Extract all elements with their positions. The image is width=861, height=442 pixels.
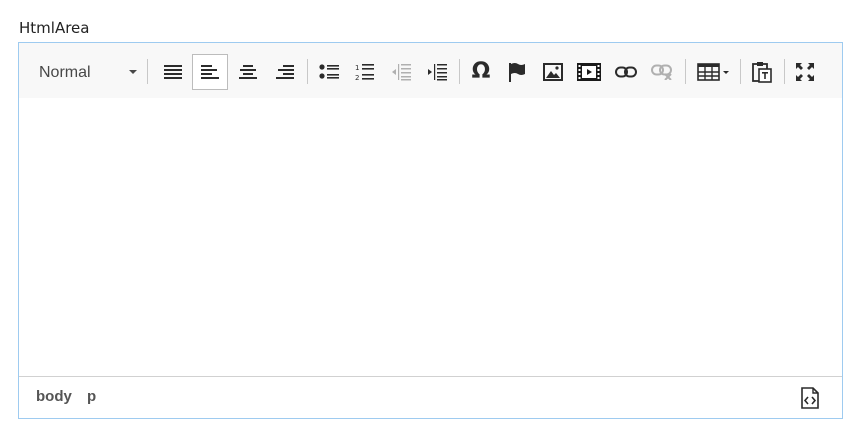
- justify-block-button[interactable]: [155, 54, 191, 90]
- numbered-list-button[interactable]: 1 2: [347, 54, 383, 90]
- outdent-icon: [392, 64, 411, 81]
- source-code-button[interactable]: [798, 385, 822, 411]
- toolbar-separator: [740, 59, 741, 84]
- editor-toolbar: Normal 1 2 Ω: [19, 43, 842, 99]
- fullscreen-icon: [796, 63, 814, 81]
- paste-text-icon: [752, 62, 772, 83]
- toolbar-separator: [459, 59, 460, 84]
- element-path-body[interactable]: body: [36, 388, 72, 405]
- film-icon: [577, 63, 601, 81]
- align-right-icon: [276, 65, 294, 79]
- toolbar-separator: [685, 59, 686, 84]
- indent-button[interactable]: [419, 54, 455, 90]
- indent-icon: [428, 64, 447, 81]
- chevron-down-icon: [129, 70, 137, 74]
- align-center-button[interactable]: [230, 54, 266, 90]
- format-dropdown[interactable]: Normal: [29, 56, 141, 88]
- numbered-list-icon: 1 2: [355, 64, 374, 81]
- align-center-icon: [239, 65, 257, 79]
- paste-text-button[interactable]: [744, 54, 780, 90]
- unlink-button[interactable]: [644, 54, 680, 90]
- editor-status-bar: body p: [19, 376, 842, 418]
- image-button[interactable]: [535, 54, 571, 90]
- omega-icon: Ω: [471, 59, 491, 84]
- field-label: HtmlArea: [19, 19, 90, 37]
- align-left-icon: [201, 65, 219, 79]
- html-area-editor: Normal 1 2 Ω body p: [18, 42, 843, 419]
- toolbar-separator: [307, 59, 308, 84]
- svg-text:1: 1: [355, 64, 359, 72]
- svg-text:2: 2: [355, 74, 359, 81]
- element-path-p[interactable]: p: [87, 388, 96, 405]
- anchor-button[interactable]: [499, 54, 535, 90]
- bulleted-list-button[interactable]: [311, 54, 347, 90]
- bulleted-list-icon: [319, 64, 339, 79]
- image-icon: [543, 63, 563, 81]
- unlink-icon: [651, 64, 672, 80]
- editor-content-area[interactable]: [19, 98, 842, 378]
- fullscreen-button[interactable]: [787, 54, 823, 90]
- video-button[interactable]: [571, 54, 607, 90]
- table-icon: [697, 63, 729, 81]
- table-button[interactable]: [691, 54, 735, 90]
- outdent-button[interactable]: [383, 54, 419, 90]
- align-left-button[interactable]: [192, 54, 228, 90]
- toolbar-separator: [784, 59, 785, 84]
- link-icon: [615, 66, 637, 78]
- format-dropdown-value: Normal: [39, 64, 91, 81]
- align-right-button[interactable]: [267, 54, 303, 90]
- align-justify-icon: [164, 65, 182, 79]
- special-char-button[interactable]: Ω: [463, 54, 499, 90]
- link-button[interactable]: [608, 54, 644, 90]
- toolbar-separator: [147, 59, 148, 84]
- source-code-icon: [801, 387, 819, 409]
- flag-icon: [509, 63, 525, 82]
